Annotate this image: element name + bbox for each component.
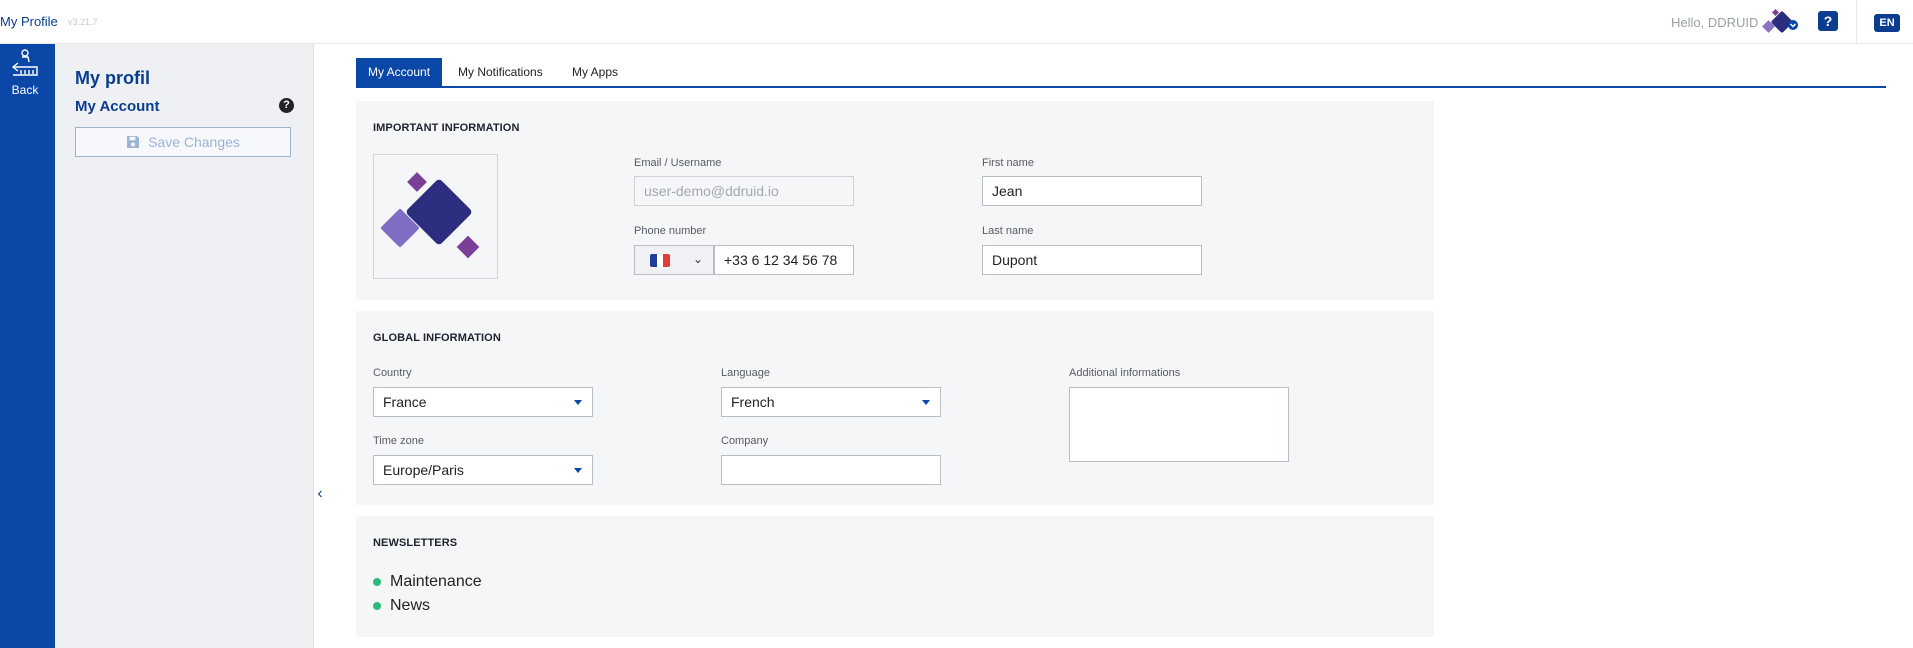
country-value: France [383,394,427,410]
language-switcher[interactable]: EN [1874,14,1900,32]
caret-down-icon [574,400,582,405]
back-arrow-icon[interactable] [9,48,41,76]
important-information-section: IMPORTANT INFORMATION Email / Username u… [356,101,1434,300]
first-name-label: First name [982,157,1034,169]
question-icon[interactable]: ? [279,98,294,113]
country-select[interactable]: France [373,387,593,417]
tab-my-apps[interactable]: My Apps [560,58,630,86]
side-panel: My profil My Account ? Save Changes [55,44,314,648]
section-title: IMPORTANT INFORMATION [373,122,520,134]
app-title[interactable]: My Profile [0,14,58,29]
chevron-down-icon: ⌄ [693,252,704,266]
help-icon[interactable]: ? [1818,11,1838,31]
caret-down-icon [922,400,930,405]
email-field[interactable]: user-demo@ddruid.io [634,176,854,206]
caret-down-icon [574,468,582,473]
profile-logo[interactable] [373,154,498,279]
language-select[interactable]: French [721,387,941,417]
phone-country-select[interactable]: ⌄ [634,245,714,275]
company-field[interactable] [721,455,941,485]
app-version: v3.21.7 [68,17,98,27]
section-subtitle: My Account [75,98,160,115]
phone-label: Phone number [634,225,707,237]
status-dot-icon [373,602,381,610]
additional-info-textarea[interactable] [1069,387,1289,462]
save-button[interactable]: Save Changes [75,127,291,157]
global-information-section: GLOBAL INFORMATION Country France Time z… [356,311,1434,505]
floppy-disk-icon [127,136,140,148]
top-bar: My Profile v3.21.7 Hello, DDRUID ? EN [0,0,1913,44]
phone-number-field[interactable]: +33 6 12 34 56 78 [714,245,854,275]
newsletter-label: Maintenance [390,573,482,590]
list-item[interactable]: Maintenance [373,573,482,591]
section-title: GLOBAL INFORMATION [373,332,501,344]
tab-my-notifications[interactable]: My Notifications [446,58,555,86]
newsletter-label: News [390,597,431,614]
back-button-label[interactable]: Back [0,83,50,97]
language-value: French [731,394,775,410]
save-button-label: Save Changes [148,134,240,150]
nav-rail: Back [0,44,55,648]
tab-bar: My Account My Notifications My Apps [356,58,1886,88]
first-name-field[interactable]: Jean [982,176,1202,206]
section-title: NEWSLETTERS [373,537,458,549]
company-label: Company [721,435,769,447]
last-name-label: Last name [982,225,1034,237]
timezone-label: Time zone [373,435,424,447]
country-label: Country [373,367,412,379]
user-greeting: Hello, DDRUID [1671,15,1759,30]
collapse-panel-chevron-icon[interactable]: ‹ [313,485,327,505]
newsletters-section: NEWSLETTERS Maintenance News [356,516,1434,637]
email-label: Email / Username [634,157,722,169]
tab-my-account[interactable]: My Account [356,58,443,86]
last-name-field[interactable]: Dupont [982,245,1202,275]
language-label: Language [721,367,770,379]
timezone-value: Europe/Paris [383,462,464,478]
list-item[interactable]: News [373,597,430,615]
status-dot-icon [373,578,381,586]
additional-info-label: Additional informations [1069,367,1181,379]
user-avatar-icon[interactable] [1762,8,1802,38]
divider [1856,0,1857,44]
page-title: My profil [75,68,150,88]
timezone-select[interactable]: Europe/Paris [373,455,593,485]
france-flag-icon [650,254,670,267]
